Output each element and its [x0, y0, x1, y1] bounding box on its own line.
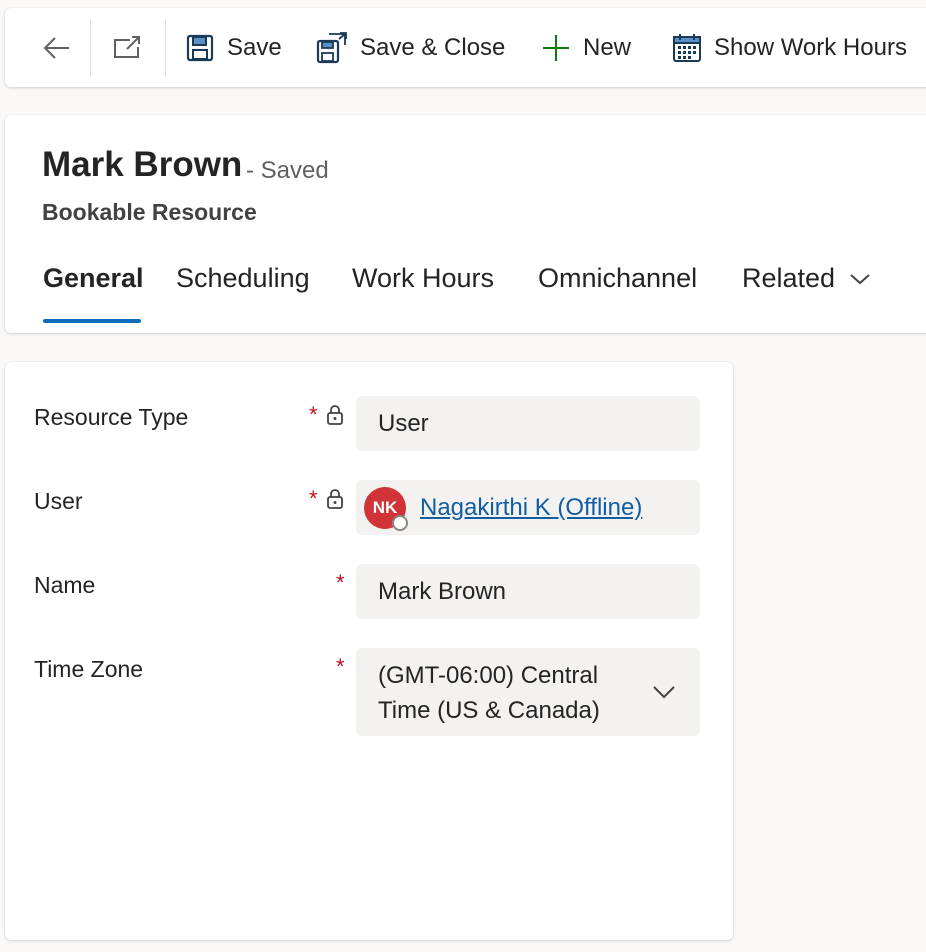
show-work-hours-label: Show Work Hours [714, 34, 907, 61]
arrow-left-icon [43, 37, 69, 59]
tab-omnichannel[interactable]: Omnichannel [538, 263, 697, 294]
user-lookup-link[interactable]: Nagakirthi K (Offline) [420, 494, 642, 522]
chevron-down-icon [850, 273, 870, 284]
user-label: User [34, 488, 83, 514]
chevron-down-icon[interactable] [652, 684, 676, 700]
time-zone-value-line2: Time (US & Canada) [378, 697, 600, 724]
tab-scheduling[interactable]: Scheduling [176, 263, 310, 294]
record-save-status: - Saved [246, 157, 329, 184]
lock-icon [327, 489, 343, 509]
name-value: Mark Brown [378, 578, 507, 605]
record-title: Mark Brown [42, 145, 243, 184]
avatar-initials: NK [372, 498, 398, 517]
presence-offline-icon [392, 515, 408, 531]
tab-related-label: Related [742, 263, 836, 293]
required-indicator: * [336, 570, 345, 595]
general-form-section: Resource Type * User User * NK Nagakirth… [5, 362, 733, 940]
active-tab-indicator [43, 319, 141, 323]
command-bar: Save Save & Close New Show Work Hours [5, 8, 926, 87]
time-zone-value-line1: (GMT-06:00) Central [378, 662, 599, 689]
tab-work-hours[interactable]: Work Hours [352, 263, 494, 294]
required-indicator: * [309, 402, 318, 427]
toolbar-divider [90, 20, 91, 76]
new-button[interactable]: New [541, 20, 631, 76]
new-label: New [583, 34, 632, 61]
tab-general[interactable]: General [43, 263, 144, 294]
time-zone-label: Time Zone [34, 656, 144, 682]
user-lookup-chip[interactable]: NK Nagakirthi K (Offline) [364, 486, 642, 531]
save-and-close-label: Save & Close [360, 34, 506, 61]
avatar: NK [364, 487, 408, 531]
resource-type-label: Resource Type [34, 404, 189, 430]
save-and-close-icon [316, 32, 347, 64]
resource-type-value: User [378, 410, 429, 437]
save-and-close-button[interactable]: Save & Close [316, 20, 505, 76]
show-work-hours-button[interactable]: Show Work Hours [672, 20, 907, 76]
save-icon [186, 34, 214, 62]
user-lookup-field[interactable]: NK Nagakirthi K (Offline) [356, 480, 700, 535]
plus-icon [543, 35, 569, 61]
back-button[interactable] [35, 20, 79, 76]
time-zone-select[interactable]: (GMT-06:00) Central Time (US & Canada) [356, 648, 700, 736]
record-header: Mark Brown - Saved Bookable Resource Gen… [5, 115, 926, 333]
required-indicator: * [336, 654, 345, 679]
calendar-icon [673, 34, 701, 62]
toolbar-divider [165, 20, 166, 76]
tab-related[interactable]: Related [742, 263, 871, 294]
save-label: Save [227, 34, 282, 61]
entity-name: Bookable Resource [42, 199, 257, 225]
resource-type-field[interactable]: User [356, 396, 700, 451]
open-in-new-window-button[interactable] [105, 20, 149, 76]
name-label: Name [34, 572, 96, 598]
open-in-new-window-icon [114, 36, 140, 58]
name-field[interactable]: Mark Brown [356, 564, 700, 619]
lock-icon [327, 405, 343, 425]
required-indicator: * [309, 486, 318, 511]
save-button[interactable]: Save [185, 20, 282, 76]
time-zone-value: (GMT-06:00) Central Time (US & Canada) [378, 658, 638, 728]
